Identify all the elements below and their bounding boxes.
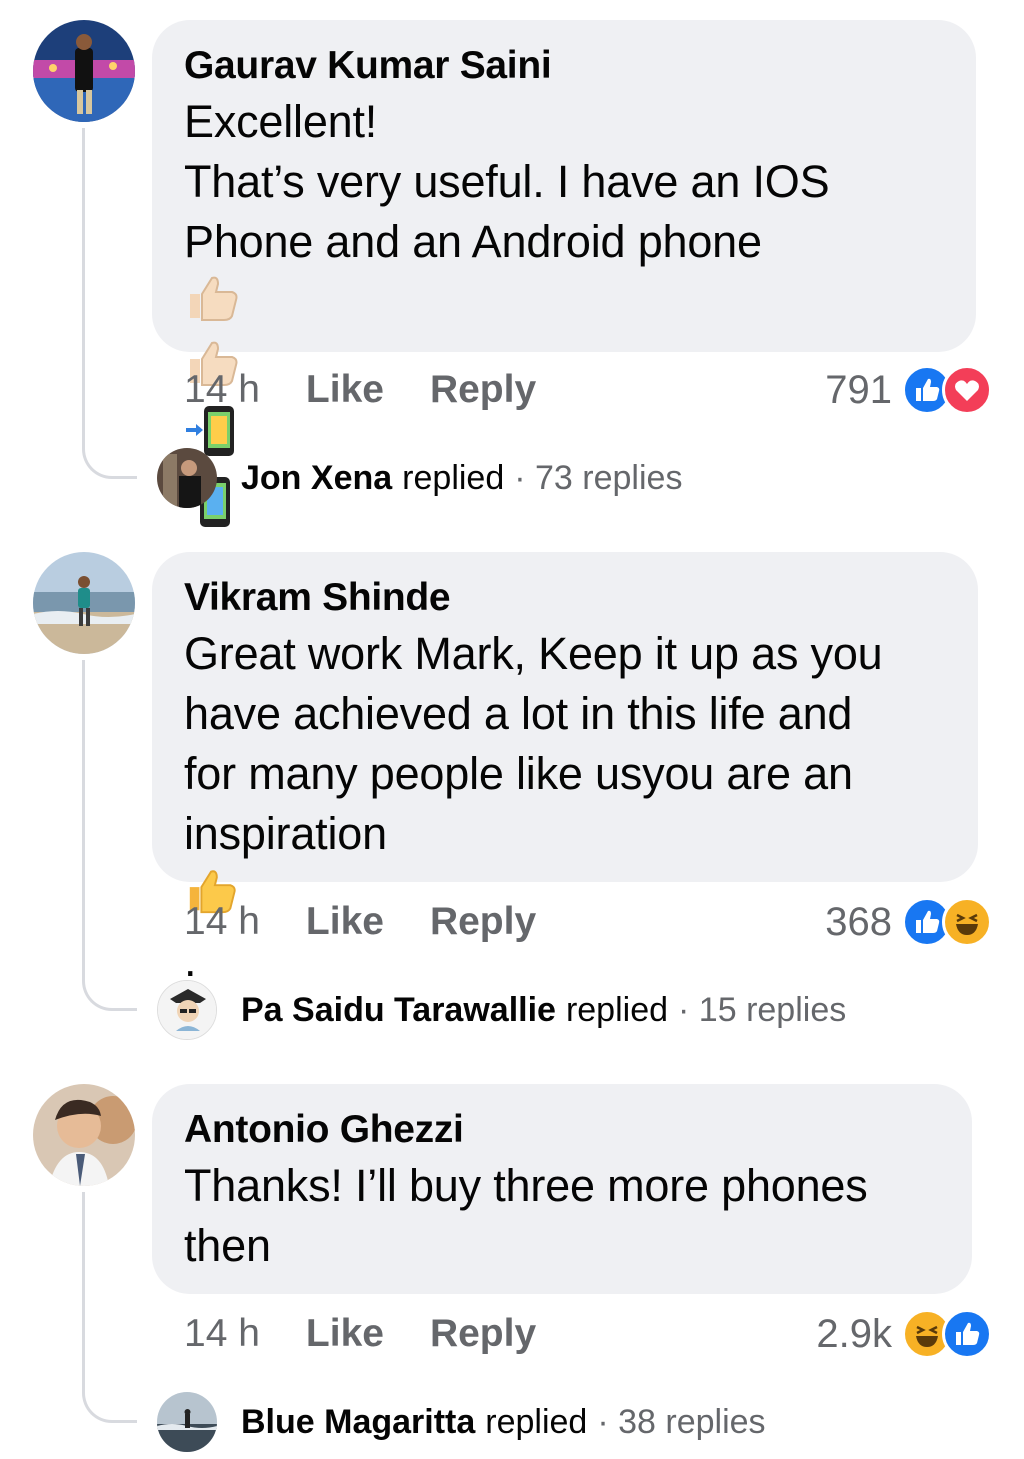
reply-count: · 15 replies [678, 990, 847, 1029]
reaction-summary[interactable]: 368 [825, 892, 992, 952]
haha-icon [942, 897, 992, 947]
reply-author: Jon Xena [241, 458, 393, 497]
avatar[interactable] [33, 20, 135, 122]
avatar [157, 980, 217, 1040]
reaction-summary[interactable]: 2.9k [816, 1304, 992, 1364]
reply-count: · 38 replies [597, 1402, 766, 1441]
reply-button[interactable]: Reply [430, 900, 536, 944]
reply-verb: replied [402, 458, 505, 497]
comment-line: Thanks! I’ll buy three more phones [184, 1160, 868, 1211]
reply-author: Blue Magaritta [241, 1402, 476, 1441]
thread-connector [82, 660, 137, 1011]
comment-author[interactable]: Antonio Ghezzi [184, 1104, 940, 1156]
comment-timestamp[interactable]: 14 h [184, 368, 260, 412]
comment-bubble: Gaurav Kumar Saini Excellent! That’s ver… [152, 20, 976, 527]
comment-timestamp[interactable]: 14 h [184, 900, 260, 944]
reply-button[interactable]: Reply [430, 368, 536, 412]
comment-actions: 14 h Like Reply [184, 892, 582, 952]
reaction-count: 368 [825, 899, 892, 944]
reply-verb: replied [565, 990, 669, 1029]
replies-summary[interactable]: Blue Magaritta replied · 38 replies [157, 1391, 766, 1453]
comment-actions: 14 h Like Reply [184, 360, 582, 420]
avatar[interactable] [33, 552, 135, 654]
comment-line: That’s very useful. I have an IOS [184, 156, 830, 207]
reply-verb: replied [485, 1402, 588, 1441]
replies-summary[interactable]: Pa Saidu Tarawallie replied · 15 replies [157, 979, 846, 1041]
reaction-count: 791 [825, 367, 892, 412]
comment-author[interactable]: Vikram Shinde [184, 572, 946, 624]
reaction-summary[interactable]: 791 [825, 360, 992, 420]
comment-line: then [184, 1220, 271, 1271]
reaction-count: 2.9k [816, 1311, 892, 1356]
reply-count: · 73 replies [514, 458, 683, 497]
like-icon [942, 1309, 992, 1359]
comment-text: Thanks! I’ll buy three more phones then [184, 1156, 940, 1276]
like-button[interactable]: Like [306, 1312, 384, 1356]
thumbs-up-light-emoji [184, 272, 944, 337]
comment-line: have achieved a lot in this life and [184, 688, 853, 739]
comment-line: Great work Mark, Keep it up as you [184, 628, 883, 679]
reply-author: Pa Saidu Tarawallie [241, 990, 556, 1029]
avatar[interactable] [33, 1084, 135, 1186]
thread-connector [82, 128, 137, 479]
love-icon [942, 365, 992, 415]
avatar [157, 448, 217, 508]
like-button[interactable]: Like [306, 368, 384, 412]
like-button[interactable]: Like [306, 900, 384, 944]
thread-connector [82, 1192, 137, 1423]
comment-author[interactable]: Gaurav Kumar Saini [184, 40, 944, 92]
comment-bubble: Vikram Shinde Great work Mark, Keep it u… [152, 552, 978, 986]
comment-line: Excellent! [184, 96, 378, 147]
replies-summary[interactable]: Jon Xena replied · 73 replies [157, 447, 682, 509]
reply-button[interactable]: Reply [430, 1312, 536, 1356]
comment-actions: 14 h Like Reply [184, 1304, 582, 1364]
comment-line: for many people like usyou are an [184, 748, 853, 799]
avatar [157, 1392, 217, 1452]
comment-bubble: Antonio Ghezzi Thanks! I’ll buy three mo… [152, 1084, 972, 1294]
comment-timestamp[interactable]: 14 h [184, 1312, 260, 1356]
